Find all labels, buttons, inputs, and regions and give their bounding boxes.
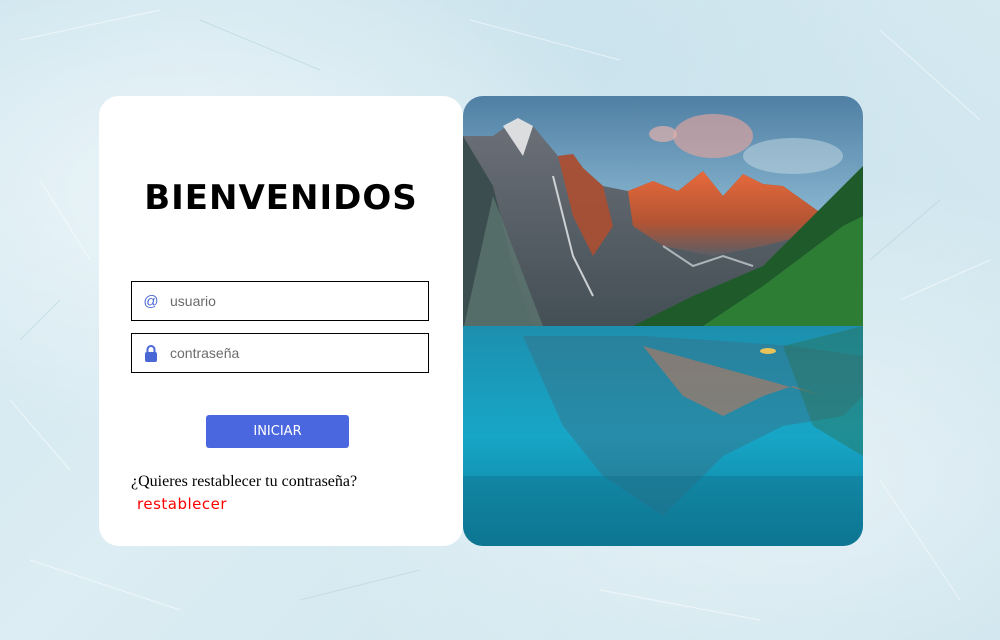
welcome-title: BIENVENIDOS (144, 178, 418, 218)
landscape-image (463, 96, 863, 546)
reset-question: ¿Quieres restablecer tu contraseña? (131, 473, 358, 490)
login-card: BIENVENIDOS @ INICIAR ¿Quieres restablec… (99, 96, 863, 546)
lock-icon (132, 344, 170, 362)
at-icon: @ (143, 292, 159, 310)
reset-password-link[interactable]: restablecer (137, 495, 227, 513)
username-field[interactable]: @ (131, 281, 429, 321)
login-button[interactable]: INICIAR (206, 415, 349, 448)
username-input[interactable] (170, 293, 410, 309)
password-input[interactable] (170, 345, 410, 361)
password-field[interactable] (131, 333, 429, 373)
login-panel: BIENVENIDOS @ INICIAR ¿Quieres restablec… (99, 96, 463, 546)
mountain-lake-illustration (463, 96, 863, 546)
